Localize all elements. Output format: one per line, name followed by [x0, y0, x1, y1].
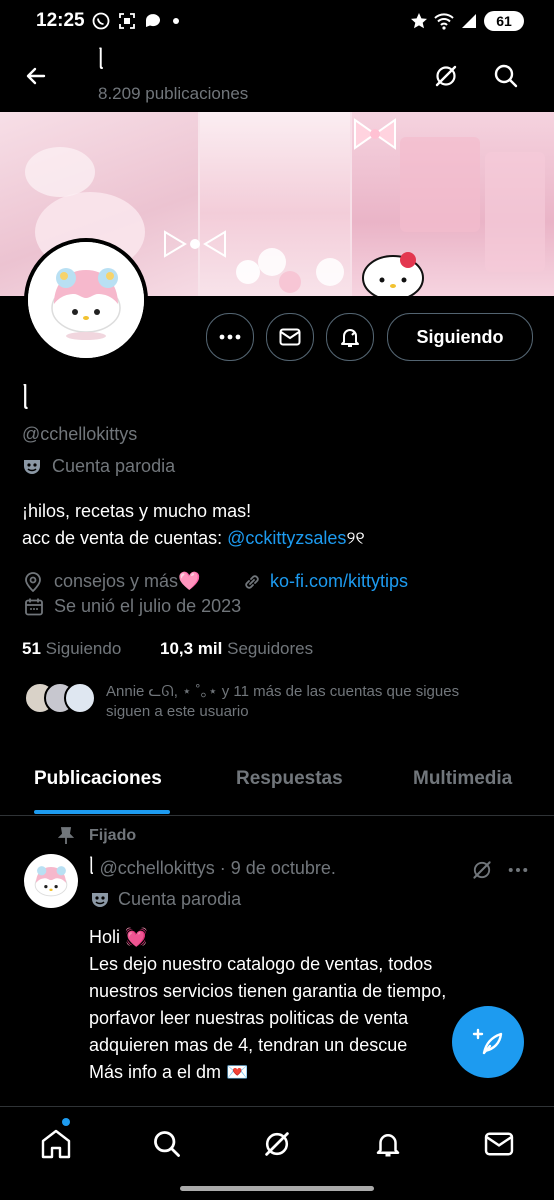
followers-stat[interactable]: 10,3 mil Seguidores [160, 639, 313, 659]
post-line: Les dejo nuestro catalogo de ventas, tod… [89, 954, 433, 974]
following-label: Siguiendo [45, 639, 122, 658]
followed-by-line-1: Annie ᓚᘏ, ⋆ ˚｡⋆ y 11 más de las cuentas … [106, 683, 460, 700]
bio-prefix: acc de venta de cuentas: [22, 528, 228, 548]
back-arrow-icon [26, 67, 46, 85]
post-time[interactable]: · 9 de octubre. [220, 858, 336, 878]
nav-notifications[interactable] [368, 1124, 408, 1164]
following-count: 51 [22, 639, 41, 658]
header-posts-count: 8.209 publicaciones [98, 84, 249, 103]
bio-mention-link[interactable]: @cckittyzsales [227, 528, 346, 548]
mail-icon [279, 328, 301, 346]
wifi-icon [434, 12, 454, 30]
battery-indicator: 61 [484, 11, 524, 31]
avatar [64, 682, 96, 714]
bio-line-1: ¡hilos, recetas y mucho mas! [22, 501, 252, 521]
website-link[interactable]: ko-fi.com/kittytips [270, 571, 408, 592]
search-icon [154, 1131, 180, 1157]
location-text: consejos y más [54, 571, 179, 591]
more-icon [508, 868, 528, 872]
tab-respuestas[interactable]: Respuestas [236, 768, 343, 790]
post-author-avatar[interactable] [24, 854, 78, 908]
tab-multimedia[interactable]: Multimedia [413, 768, 512, 790]
grok-button[interactable] [428, 58, 464, 94]
bell-icon [376, 1134, 400, 1157]
grok-icon [435, 65, 457, 87]
followers-label: Seguidores [227, 639, 314, 658]
compose-icon [472, 1028, 503, 1055]
more-options-button[interactable] [206, 313, 254, 361]
parody-mask-icon [22, 458, 42, 481]
joined-date: Se unió el julio de 2023 [54, 596, 242, 616]
link-icon [242, 572, 262, 597]
tabs-divider [0, 815, 554, 816]
signal-icon [460, 12, 478, 30]
notifications-button[interactable] [326, 313, 374, 361]
search-button[interactable] [488, 58, 524, 94]
post-line: Holi 💓 [89, 927, 148, 947]
post-more-button[interactable] [500, 852, 536, 888]
home-icon [41, 1129, 71, 1159]
star-icon [410, 12, 428, 30]
notification-bell-icon [341, 329, 359, 347]
followers-count: 10,3 mil [160, 639, 223, 658]
post-author-name[interactable]: ᥣ [89, 857, 94, 879]
profile-name: ᥣ [22, 384, 30, 415]
avatar-image [34, 866, 68, 897]
location-icon [24, 572, 42, 597]
nav-home[interactable] [36, 1118, 76, 1164]
message-button[interactable] [266, 313, 314, 361]
chat-icon [144, 12, 162, 30]
post-grok-button[interactable] [464, 852, 500, 888]
compose-button[interactable] [452, 1006, 524, 1078]
calendar-icon [24, 597, 44, 622]
nav-grok[interactable] [257, 1124, 297, 1164]
status-bar: 12:25 61 [0, 0, 554, 44]
whatsapp-icon [92, 12, 110, 30]
back-button[interactable] [18, 58, 54, 94]
avatar[interactable] [28, 242, 144, 358]
post-header: ᥣ @cchellokittys · 9 de octubre. [89, 857, 336, 880]
grok-icon [265, 1132, 289, 1156]
active-tab-indicator [34, 810, 170, 814]
gesture-bar[interactable] [180, 1186, 374, 1191]
nav-search[interactable] [147, 1124, 187, 1164]
grok-icon [473, 861, 491, 879]
profile-avatar-border [24, 238, 148, 362]
parody-label: Cuenta parodia [52, 456, 176, 476]
avatar-image [28, 242, 144, 358]
search-icon [494, 64, 518, 88]
post-line: nuestros servicios tienen garantia de ti… [89, 981, 447, 1001]
status-time: 12:25 [36, 10, 85, 31]
dot-icon [172, 12, 180, 30]
bio-line-2: acc de venta de cuentas: @cckittyzsales୨… [22, 528, 365, 549]
screenshot-icon [118, 12, 136, 30]
header-title: ᥣ [98, 48, 105, 75]
post-parody-label: Cuenta parodia [118, 889, 242, 909]
pinned-label: Fijado [89, 827, 137, 844]
following-stat[interactable]: 51 Siguiendo [22, 639, 121, 659]
following-button[interactable]: Siguiendo [387, 313, 533, 361]
heart-emoji: 🩷 [178, 571, 201, 591]
home-unread-dot [62, 1118, 70, 1126]
more-icon [219, 334, 241, 340]
parody-mask-icon [90, 891, 110, 914]
location-row: consejos y más🩷 [54, 571, 200, 592]
post-author-handle[interactable]: @cchellokittys [99, 858, 214, 878]
profile-handle: @cchellokittys [22, 424, 138, 444]
pin-icon [57, 827, 75, 850]
following-button-label: Siguiendo [416, 326, 504, 347]
bio-suffix: ୨୧ [346, 528, 365, 548]
nav-messages[interactable] [479, 1124, 519, 1164]
followed-by-line-2: siguen a este usuario [106, 703, 249, 720]
tab-publicaciones[interactable]: Publicaciones [34, 768, 162, 790]
mail-icon [484, 1132, 514, 1156]
followed-by-avatars[interactable] [24, 682, 96, 714]
